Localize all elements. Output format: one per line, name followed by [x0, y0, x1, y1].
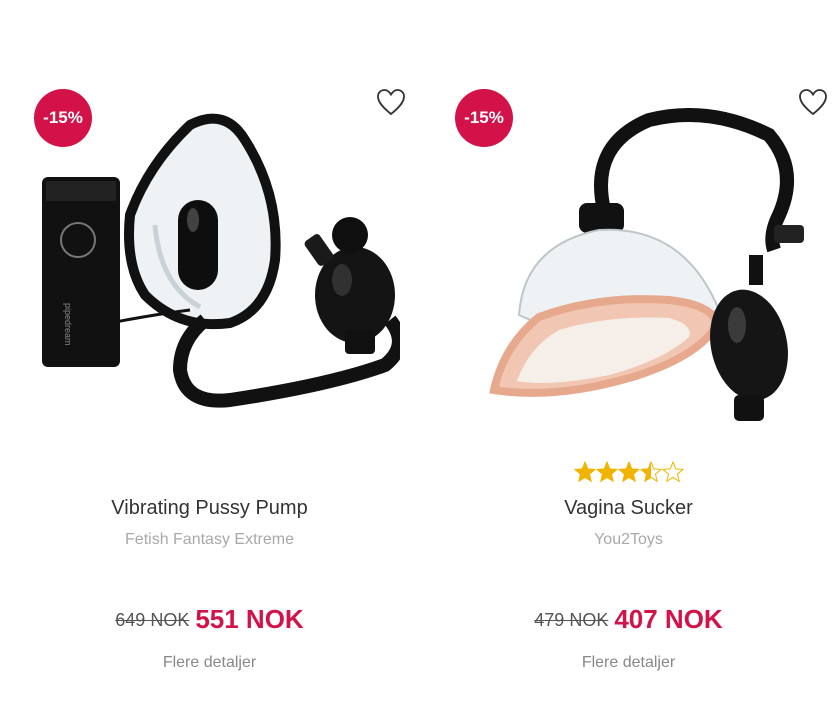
svg-text:pipedream: pipedream [63, 303, 73, 346]
product-title[interactable]: Vagina Sucker [419, 497, 838, 520]
rating-stars [574, 461, 683, 482]
star-icon [574, 461, 595, 482]
details-link[interactable]: Flere detaljer [419, 654, 838, 672]
price-row: 649 NOK 551 NOK [0, 604, 419, 635]
product-brand: Fetish Fantasy Extreme [125, 531, 294, 548]
product-image[interactable] [449, 85, 819, 455]
product-card[interactable]: -15% pipedream Vibrating Pussy Pump Feti… [0, 0, 419, 715]
new-price: 407 NOK [614, 604, 723, 634]
star-rating [419, 461, 838, 485]
new-price: 551 NOK [195, 604, 304, 634]
product-card[interactable]: -15% Vagina Sucker You2Toys 479 NOK 407 … [419, 0, 838, 715]
product-image[interactable]: pipedream [30, 85, 400, 455]
price-row: 479 NOK 407 NOK [419, 604, 838, 635]
product-brand: You2Toys [594, 531, 663, 548]
details-link[interactable]: Flere detaljer [0, 654, 419, 672]
product-title[interactable]: Vibrating Pussy Pump [0, 497, 419, 520]
star-outline-icon [662, 461, 683, 482]
star-icon [618, 461, 639, 482]
old-price: 479 NOK [534, 610, 609, 630]
star-icon [596, 461, 617, 482]
old-price: 649 NOK [115, 610, 190, 630]
star-half-icon [640, 461, 661, 482]
